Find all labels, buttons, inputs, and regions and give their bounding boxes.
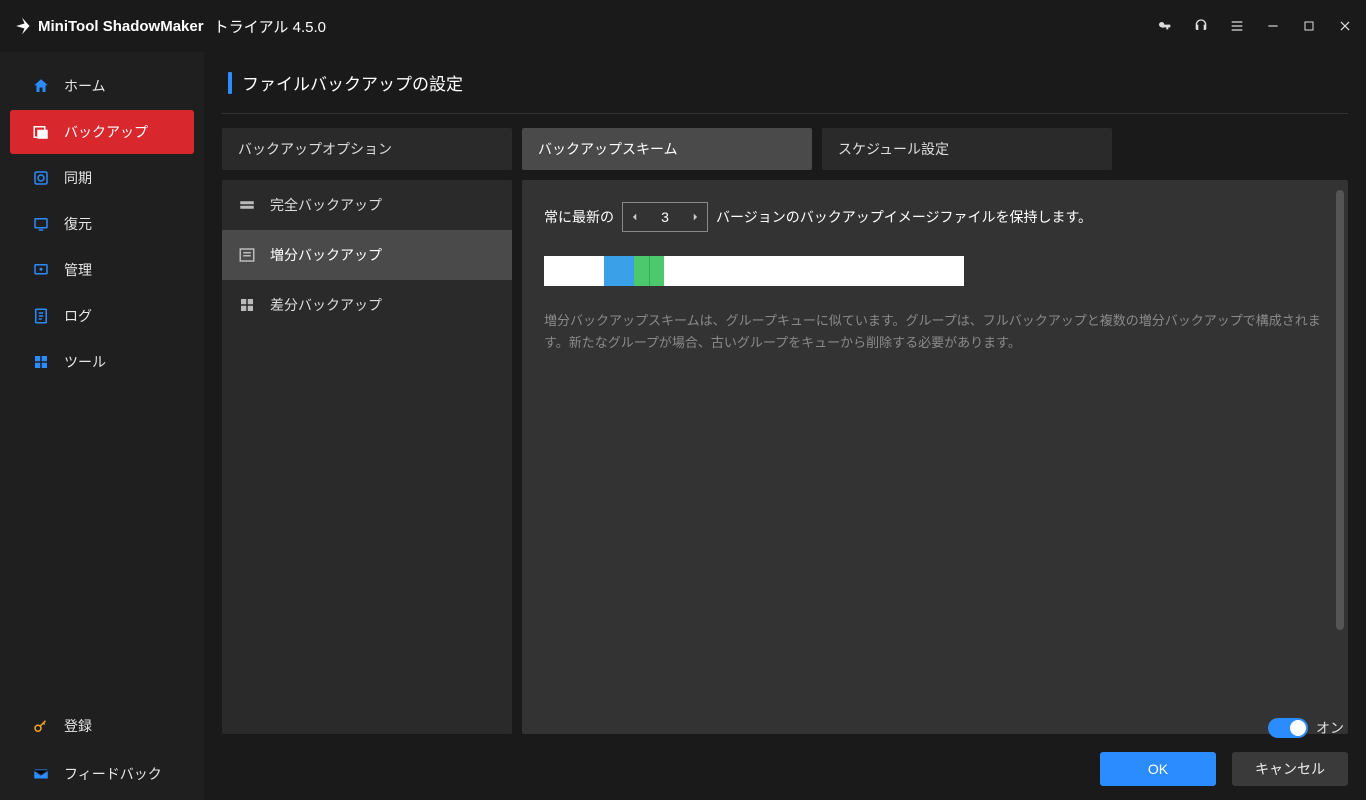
cancel-button[interactable]: キャンセル	[1232, 752, 1348, 786]
sidebar-item-tools[interactable]: ツール	[10, 340, 194, 384]
main-content: ファイルバックアップの設定 バックアップオプション バックアップスキーム スケジ…	[204, 52, 1366, 800]
version-stepper: 3	[622, 202, 708, 232]
scheme-label: 増分バックアップ	[270, 245, 382, 265]
maximize-icon[interactable]	[1300, 17, 1318, 35]
key-icon[interactable]	[1156, 17, 1174, 35]
tabs: バックアップオプション バックアップスキーム スケジュール設定	[222, 128, 1348, 170]
scheme-label: 差分バックアップ	[270, 295, 382, 315]
stepper-decrease[interactable]	[623, 203, 647, 231]
scheme-label: 完全バックアップ	[270, 195, 382, 215]
tab-backup-scheme[interactable]: バックアップスキーム	[522, 128, 812, 170]
sidebar-item-register[interactable]: 登録	[10, 704, 194, 748]
sidebar-item-feedback[interactable]: フィードバック	[10, 752, 194, 796]
sidebar-item-label: ツール	[64, 352, 106, 372]
sidebar-item-restore[interactable]: 復元	[10, 202, 194, 246]
sidebar-item-label: 登録	[64, 716, 92, 736]
backup-icon	[32, 123, 50, 141]
page-title: ファイルバックアップの設定	[242, 70, 463, 95]
logo-icon	[12, 16, 32, 36]
dialog-footer: OK キャンセル	[222, 734, 1348, 786]
sidebar-item-label: バックアップ	[64, 122, 148, 142]
sidebar-item-manage[interactable]: 管理	[10, 248, 194, 292]
differential-backup-icon	[238, 296, 256, 314]
sidebar-item-label: 管理	[64, 260, 92, 280]
scheme-type-list: 完全バックアップ 増分バックアップ 差分バックアップ	[222, 180, 512, 734]
sidebar-item-backup[interactable]: バックアップ	[10, 110, 194, 154]
full-segment	[604, 256, 634, 286]
title-accent	[228, 72, 232, 94]
retain-prefix: 常に最新の	[544, 207, 614, 227]
restore-icon	[32, 215, 50, 233]
tab-label: スケジュール設定	[838, 139, 949, 159]
tab-backup-options[interactable]: バックアップオプション	[222, 128, 512, 170]
incremental-backup-icon	[238, 246, 256, 264]
title-bar: MiniTool ShadowMaker トライアル 4.5.0	[0, 0, 1366, 52]
tools-icon	[32, 353, 50, 371]
sync-icon	[32, 169, 50, 187]
tab-label: バックアップスキーム	[538, 139, 678, 159]
app-logo: MiniTool ShadowMaker トライアル 4.5.0	[12, 16, 326, 37]
stepper-increase[interactable]	[683, 203, 707, 231]
sidebar-item-label: 同期	[64, 168, 92, 188]
scheme-full[interactable]: 完全バックアップ	[222, 180, 512, 230]
scheme-differential[interactable]: 差分バックアップ	[222, 280, 512, 330]
close-icon[interactable]	[1336, 17, 1354, 35]
scrollbar[interactable]	[1336, 190, 1344, 630]
scheme-toggle[interactable]	[1268, 718, 1308, 738]
key-icon	[32, 717, 50, 735]
sidebar-item-home[interactable]: ホーム	[10, 64, 194, 108]
app-name: MiniTool ShadowMaker	[38, 18, 204, 35]
scheme-description: 増分バックアップスキームは、グループキューに似ています。グループは、フルバックア…	[544, 310, 1326, 354]
sidebar-item-label: ログ	[64, 306, 92, 326]
scheme-incremental[interactable]: 増分バックアップ	[222, 230, 512, 280]
tab-schedule[interactable]: スケジュール設定	[822, 128, 1112, 170]
toggle-label: オン	[1316, 718, 1344, 738]
window-controls	[1156, 17, 1354, 35]
button-label: キャンセル	[1255, 759, 1325, 779]
incremental-segment	[649, 256, 664, 286]
stepper-value: 3	[647, 209, 683, 225]
headset-icon[interactable]	[1192, 17, 1210, 35]
sidebar-item-sync[interactable]: 同期	[10, 156, 194, 200]
sidebar-item-label: 復元	[64, 214, 92, 234]
mail-icon	[32, 765, 50, 783]
sidebar-item-label: ホーム	[64, 76, 106, 96]
sidebar-item-label: フィードバック	[64, 764, 162, 784]
app-edition: トライアル 4.5.0	[214, 16, 326, 37]
divider	[222, 113, 1348, 114]
manage-icon	[32, 261, 50, 279]
sidebar-item-log[interactable]: ログ	[10, 294, 194, 338]
scheme-detail-panel: 常に最新の 3 バージョンのバックアップイメージファイルを保持します。 増分バッ…	[522, 180, 1348, 734]
tab-label: バックアップオプション	[238, 139, 392, 159]
sidebar: ホーム バックアップ 同期 復元 管理 ログ ツール	[0, 52, 204, 800]
retain-suffix: バージョンのバックアップイメージファイルを保持します。	[716, 207, 1092, 227]
incremental-segment	[634, 256, 649, 286]
scheme-visualization	[544, 256, 964, 286]
menu-icon[interactable]	[1228, 17, 1246, 35]
minimize-icon[interactable]	[1264, 17, 1282, 35]
button-label: OK	[1148, 761, 1168, 777]
home-icon	[32, 77, 50, 95]
log-icon	[32, 307, 50, 325]
full-backup-icon	[238, 196, 256, 214]
ok-button[interactable]: OK	[1100, 752, 1216, 786]
